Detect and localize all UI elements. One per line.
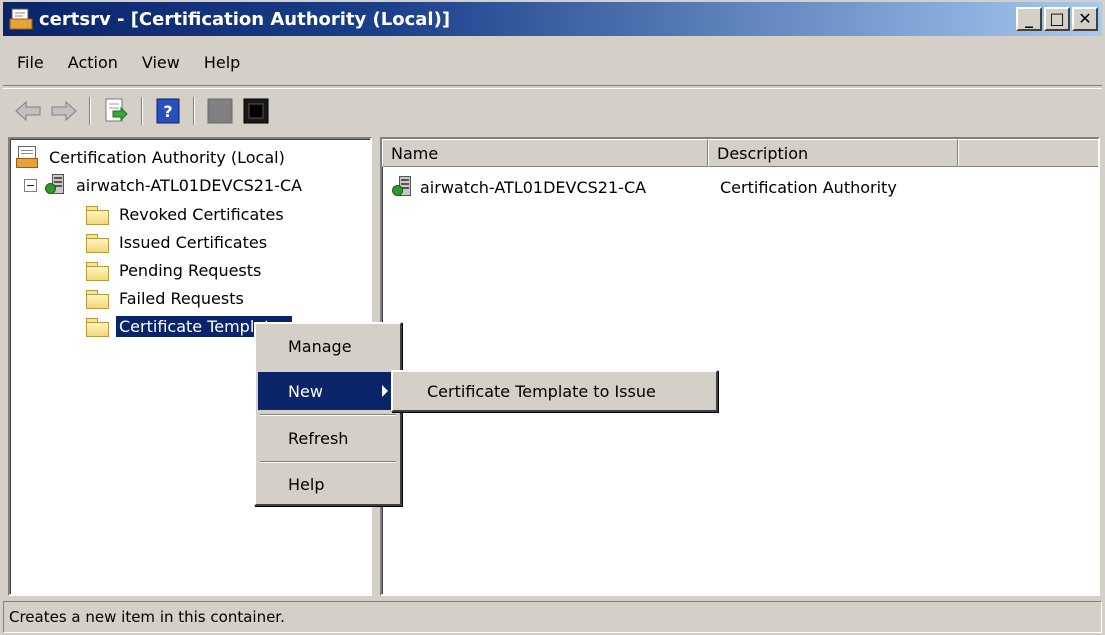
folder-icon [86,261,109,281]
stop-service-icon [207,98,233,123]
help-button[interactable]: ? [153,96,183,126]
tree-item-label: Pending Requests [119,260,262,280]
mmc-window: certsrv - [Certification Authority (Loca… [0,0,1105,635]
new-submenu: Certificate Template to Issue [391,370,718,412]
result-pane[interactable]: Name Description airwatch-ATL01DEVCS21-C… [380,137,1100,596]
certsrv-app-icon[interactable] [9,8,33,30]
tree-item-label: airwatch-ATL01DEVCS21-CA [76,175,303,195]
folder-icon [86,289,109,309]
tree-item-label: Certification Authority (Local) [49,147,285,167]
menu-separator [260,461,396,463]
maximize-icon: □ [1049,9,1065,28]
column-header-extra[interactable] [958,139,1098,167]
folder-icon [86,205,109,225]
context-menu: Manage New Refresh Help [254,322,402,506]
svg-text:?: ? [163,102,172,121]
back-arrow-icon [15,100,41,121]
tree-item-label: Failed Requests [119,288,244,308]
folder-icon [86,317,109,337]
submenu-arrow-icon [382,385,388,397]
forward-button[interactable] [49,96,79,126]
menu-view[interactable]: View [130,53,192,72]
tree-item-pending[interactable]: Pending Requests [86,256,264,284]
status-bar: Creates a new item in this container. [3,601,1102,633]
menu-file[interactable]: File [3,53,56,72]
export-list-icon [105,98,128,121]
close-icon: ✕ [1078,9,1092,28]
tree-item-label: Issued Certificates [119,232,268,252]
collapse-icon[interactable]: − [24,178,37,192]
toolbar-separator [89,96,91,125]
stop-service-button[interactable] [205,96,235,126]
window-title: certsrv - [Certification Authority (Loca… [39,8,451,30]
menu-item-refresh[interactable]: Refresh [258,419,398,457]
menu-item-help[interactable]: Help [258,465,398,503]
list-item-name: airwatch-ATL01DEVCS21-CA [420,177,647,197]
start-service-button[interactable] [241,96,271,126]
maximize-button[interactable]: □ [1044,7,1070,31]
help-icon: ? [156,98,180,123]
minimize-icon: _ [1025,9,1033,28]
menu-item-new[interactable]: New [258,372,398,410]
list-item-description: Certification Authority [720,177,897,197]
tree-item-ca[interactable]: − airwatch-ATL01DEVCS21-CA [24,171,305,199]
ca-server-icon [392,176,412,198]
toolbar-separator [193,96,195,125]
close-button[interactable]: ✕ [1072,7,1098,31]
toolbar: ? [3,88,1102,132]
list-header: Name Description [382,139,1098,167]
window-controls: _ □ ✕ [1016,7,1098,31]
column-header-description[interactable]: Description [708,139,958,167]
status-text: Creates a new item in this container. [9,608,285,626]
tree-item-issued[interactable]: Issued Certificates [86,228,270,256]
start-service-icon [243,98,269,123]
export-list-button[interactable] [101,96,131,126]
minimize-button[interactable]: _ [1016,7,1042,31]
menu-help[interactable]: Help [192,53,252,72]
menu-item-new-label: New [288,381,323,401]
tree-item-revoked[interactable]: Revoked Certificates [86,200,287,228]
title-bar[interactable]: certsrv - [Certification Authority (Loca… [3,2,1102,36]
menu-action[interactable]: Action [56,53,130,72]
list-item[interactable]: airwatch-ATL01DEVCS21-CA Certification A… [382,173,897,201]
tree-item-label: Revoked Certificates [119,204,284,224]
tree-item-failed[interactable]: Failed Requests [86,284,247,312]
ca-server-icon [45,174,65,196]
folder-icon [86,233,109,253]
tree-item-root[interactable]: Certification Authority (Local) [16,143,288,171]
menu-item-certificate-template-to-issue[interactable]: Certificate Template to Issue [395,372,714,410]
menu-bar: File Action View Help [3,40,1102,86]
toolbar-separator [141,96,143,125]
certificate-authority-icon [16,146,38,168]
back-button[interactable] [13,96,43,126]
forward-arrow-icon [51,100,77,121]
column-header-name[interactable]: Name [382,139,708,167]
menu-item-manage[interactable]: Manage [258,327,398,365]
menu-separator [260,414,396,416]
